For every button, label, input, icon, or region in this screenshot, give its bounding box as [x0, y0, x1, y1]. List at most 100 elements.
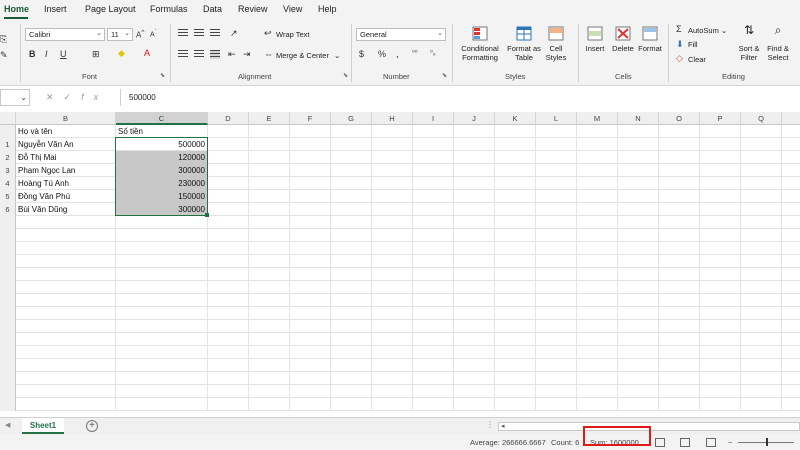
cell-p[interactable]	[700, 320, 741, 333]
name-box[interactable]: ⌄	[0, 89, 30, 106]
amount-cell[interactable]: 230000	[116, 177, 208, 190]
cell-p[interactable]	[700, 125, 741, 138]
column-header-j[interactable]: J	[454, 112, 495, 125]
cell-i[interactable]	[413, 203, 454, 216]
cell-d[interactable]	[208, 242, 249, 255]
cell-k[interactable]	[495, 359, 536, 372]
cell-l[interactable]	[536, 203, 577, 216]
cell-d[interactable]	[208, 125, 249, 138]
cell-m[interactable]	[577, 216, 618, 229]
cell-p[interactable]	[700, 359, 741, 372]
cell-l[interactable]	[536, 281, 577, 294]
cell-c[interactable]	[116, 398, 208, 411]
font-color-icon[interactable]: A	[144, 48, 150, 58]
cell-b[interactable]	[16, 242, 116, 255]
cell-i[interactable]	[413, 320, 454, 333]
autosum-icon[interactable]: Σ	[676, 24, 682, 34]
cell-q[interactable]	[741, 177, 782, 190]
cell-d[interactable]	[208, 281, 249, 294]
cell-i[interactable]	[413, 398, 454, 411]
cell-h[interactable]	[372, 138, 413, 151]
cell-g[interactable]	[331, 320, 372, 333]
cell-n[interactable]	[618, 164, 659, 177]
enter-icon[interactable]: ✓	[64, 92, 82, 102]
cell-p[interactable]	[700, 268, 741, 281]
cell-h[interactable]	[372, 359, 413, 372]
cell-n[interactable]	[618, 372, 659, 385]
cell-f[interactable]	[290, 398, 331, 411]
cell-h[interactable]	[372, 125, 413, 138]
cell-i[interactable]	[413, 268, 454, 281]
cell-c[interactable]	[116, 229, 208, 242]
cell-e[interactable]	[249, 385, 290, 398]
cell-h[interactable]	[372, 177, 413, 190]
merge-center-icon[interactable]: ⇔	[264, 49, 273, 59]
row-header[interactable]: 4	[0, 177, 16, 190]
cell-o[interactable]	[659, 203, 700, 216]
cell-o[interactable]	[659, 294, 700, 307]
align-left-icon[interactable]	[178, 50, 188, 59]
cell-h[interactable]	[372, 255, 413, 268]
cell-d[interactable]	[208, 385, 249, 398]
cell-e[interactable]	[249, 125, 290, 138]
cell-l[interactable]	[536, 346, 577, 359]
fill-color-icon[interactable]: ◆	[118, 48, 125, 59]
cell-p[interactable]	[700, 229, 741, 242]
cell-m[interactable]	[577, 385, 618, 398]
cell-g[interactable]	[331, 385, 372, 398]
cell-p[interactable]	[700, 346, 741, 359]
cell-h[interactable]	[372, 281, 413, 294]
cell-j[interactable]	[454, 151, 495, 164]
cell-c[interactable]	[116, 385, 208, 398]
cell-e[interactable]	[249, 164, 290, 177]
cell-q[interactable]	[741, 203, 782, 216]
cell-l[interactable]	[536, 177, 577, 190]
row-header[interactable]: 5	[0, 190, 16, 203]
cell-f[interactable]	[290, 268, 331, 281]
cell-k[interactable]	[495, 229, 536, 242]
worksheet-grid[interactable]: BCDEFGHIJKLMNOPQ Họ và tên Số tiền 1 Nguyễn…	[0, 112, 800, 417]
cell-b[interactable]	[16, 281, 116, 294]
cell-q[interactable]	[741, 333, 782, 346]
sheet-tab-sheet1[interactable]: Sheet1	[22, 418, 64, 434]
cell-e[interactable]	[249, 190, 290, 203]
column-header-g[interactable]: G	[331, 112, 372, 125]
amount-cell[interactable]: 300000	[116, 203, 208, 216]
cell-d[interactable]	[208, 177, 249, 190]
cell-f[interactable]	[290, 281, 331, 294]
cell-f[interactable]	[290, 320, 331, 333]
cell-c[interactable]	[116, 216, 208, 229]
cell-p[interactable]	[700, 385, 741, 398]
cell-g[interactable]	[331, 242, 372, 255]
scroll-left-icon[interactable]: ◂	[501, 422, 505, 430]
row-header[interactable]	[0, 372, 16, 385]
insert-cells-button[interactable]: Insert	[581, 26, 609, 53]
cell-g[interactable]	[331, 346, 372, 359]
tab-formulas[interactable]: Formulas	[150, 4, 188, 14]
cell-p[interactable]	[700, 281, 741, 294]
cell-h[interactable]	[372, 307, 413, 320]
cell-k[interactable]	[495, 320, 536, 333]
cell-q[interactable]	[741, 255, 782, 268]
dialog-launcher-icon[interactable]: ⬊	[160, 72, 165, 79]
cell-q[interactable]	[741, 125, 782, 138]
cell-b[interactable]	[16, 216, 116, 229]
page-break-view-icon[interactable]	[706, 438, 716, 447]
cell-h[interactable]	[372, 151, 413, 164]
cell-i[interactable]	[413, 216, 454, 229]
cell-f[interactable]	[290, 346, 331, 359]
cell-l[interactable]	[536, 164, 577, 177]
align-middle-icon[interactable]	[194, 29, 204, 38]
cell-m[interactable]	[577, 268, 618, 281]
cell-q[interactable]	[741, 164, 782, 177]
cell-l[interactable]	[536, 385, 577, 398]
cell-k[interactable]	[495, 138, 536, 151]
cell-q[interactable]	[741, 372, 782, 385]
fill-handle[interactable]	[205, 213, 209, 217]
cell-k[interactable]	[495, 385, 536, 398]
number-format-select[interactable]: General ⌄	[356, 28, 446, 41]
cell-m[interactable]	[577, 190, 618, 203]
cell-h[interactable]	[372, 320, 413, 333]
cell-e[interactable]	[249, 333, 290, 346]
cell-k[interactable]	[495, 281, 536, 294]
